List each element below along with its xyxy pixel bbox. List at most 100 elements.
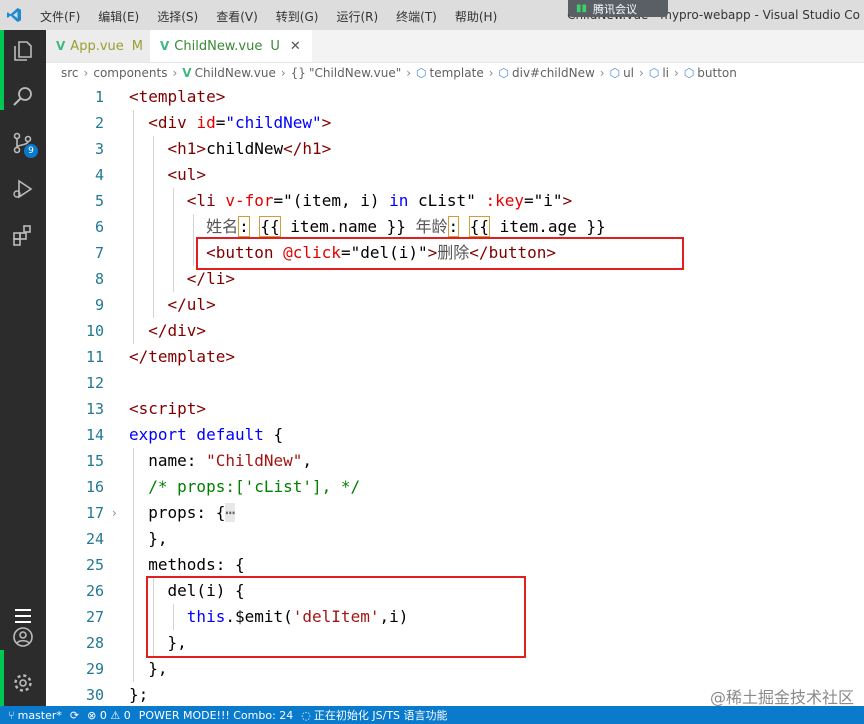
breadcrumb-item[interactable]: "ChildNew.vue" <box>309 66 401 80</box>
line-number: 29 <box>85 660 104 678</box>
breadcrumb-item[interactable]: src <box>61 66 79 80</box>
breadcrumb: src › components › V ChildNew.vue › {} "… <box>46 62 864 84</box>
code-line: 24 }, <box>46 526 864 552</box>
breadcrumb-item[interactable]: components <box>93 66 167 80</box>
code-text: </ul> <box>167 295 216 314</box>
code-line: 12 <box>46 370 864 396</box>
run-debug-icon[interactable] <box>10 176 36 202</box>
code-line: 15 name: "ChildNew", <box>46 448 864 474</box>
git-status-flag: U <box>270 38 280 54</box>
menu-help[interactable]: 帮助(H) <box>455 8 497 25</box>
title-bar: 文件(F) 编辑(E) 选择(S) 查看(V) 转到(G) 运行(R) 终端(T… <box>0 0 864 30</box>
chevron-right-icon: › <box>406 66 412 80</box>
line-number: 30 <box>85 686 104 704</box>
menu-go[interactable]: 转到(G) <box>276 8 319 25</box>
breadcrumb-item[interactable]: li <box>662 66 669 80</box>
watermark: @稀土掘金技术社区 <box>709 688 854 707</box>
breadcrumb-item[interactable]: ChildNew.vue <box>195 66 276 80</box>
code-line: 2 <div id="childNew"> <box>46 110 864 136</box>
code-text: props: {⋯ <box>129 503 235 522</box>
chevron-right-icon: › <box>599 66 605 80</box>
code-line: 10 </div> <box>46 318 864 344</box>
code-text: <template> <box>129 87 226 106</box>
line-number: 14 <box>85 426 104 444</box>
breadcrumb-item[interactable]: button <box>697 66 737 80</box>
code-line: 1 <template> <box>46 84 864 110</box>
scm-badge: 9 <box>24 144 38 158</box>
code-line: 9 </ul> <box>46 292 864 318</box>
code-text: <script> <box>129 399 207 418</box>
code-editor[interactable]: 1 <template> 2 <div id="childNew"> 3 <h1… <box>46 84 864 706</box>
line-number: 16 <box>85 478 104 496</box>
code-text: <li v-for="(item, i) in cList" :key="i"> <box>186 191 573 210</box>
search-icon[interactable] <box>10 84 36 110</box>
code-line: 25 methods: { <box>46 552 864 578</box>
code-text: <div id="childNew"> <box>148 113 332 132</box>
chevron-right-icon: › <box>172 66 178 80</box>
code-line: 4 <ul> <box>46 162 864 188</box>
line-number: 8 <box>94 270 104 288</box>
meeting-overlay[interactable]: ▮▮ 腾讯会议 <box>568 0 668 17</box>
menu-view[interactable]: 查看(V) <box>216 8 258 25</box>
code-text: }; <box>129 685 149 704</box>
code-line: 13 <script> <box>46 396 864 422</box>
vue-file-icon: V <box>182 66 192 80</box>
line-number: 5 <box>94 192 104 210</box>
line-number: 2 <box>94 114 104 132</box>
line-number: 4 <box>94 166 104 184</box>
line-number: 28 <box>85 634 104 652</box>
tab-app-vue[interactable]: V App.vue M <box>46 30 150 62</box>
tab-label: App.vue <box>70 38 124 54</box>
explorer-icon[interactable] <box>10 38 36 64</box>
code-text: /* props:['cList'], */ <box>148 477 361 496</box>
chevron-right-icon[interactable]: › <box>112 500 117 526</box>
menu-edit[interactable]: 编辑(E) <box>98 8 139 25</box>
menu-run[interactable]: 运行(R) <box>336 8 378 25</box>
code-text: }, <box>129 529 168 548</box>
line-number: 7 <box>94 244 104 262</box>
breadcrumb-item[interactable]: div#childNew <box>512 66 595 80</box>
line-number: 17 <box>85 504 104 522</box>
close-icon[interactable]: ✕ <box>290 39 301 54</box>
element-icon: ⬡ <box>683 66 695 80</box>
line-number: 15 <box>85 452 104 470</box>
element-icon: ⬡ <box>498 66 509 80</box>
menu-file[interactable]: 文件(F) <box>40 8 80 25</box>
git-status-flag: M <box>131 38 143 54</box>
ts-status: 正在初始化 JS/TS 语言功能 <box>313 709 448 722</box>
line-number: 11 <box>85 348 104 366</box>
code-text: export default { <box>129 425 284 444</box>
vue-file-icon: V <box>56 39 66 53</box>
account-icon[interactable] <box>10 624 36 650</box>
element-icon: ⬡ <box>609 66 621 80</box>
git-branch[interactable]: master* <box>18 709 62 722</box>
code-line: 3 <h1>childNew</h1> <box>46 136 864 162</box>
code-line: 11 </template> <box>46 344 864 370</box>
highlight-box-del-method <box>146 576 526 658</box>
activity-accent-bottom <box>0 650 4 706</box>
line-number: 25 <box>85 556 104 574</box>
signal-bars-icon: ▮▮ <box>576 3 588 14</box>
chevron-right-icon: › <box>674 66 679 80</box>
code-line: 29 }, <box>46 656 864 682</box>
breadcrumb-item[interactable]: ul <box>623 66 634 80</box>
braces-icon: {} <box>290 66 306 80</box>
code-text: }, <box>129 659 168 678</box>
code-line: 14 export default { <box>46 422 864 448</box>
activity-accent <box>0 30 4 110</box>
vscode-logo-icon <box>7 8 21 22</box>
tab-childnew-vue[interactable]: V ChildNew.vue U ✕ <box>150 30 312 62</box>
line-number: 10 <box>85 322 104 340</box>
menu-selection[interactable]: 选择(S) <box>157 8 198 25</box>
line-number: 6 <box>94 218 104 236</box>
code-text: <ul> <box>167 165 207 184</box>
line-number: 3 <box>94 140 104 158</box>
problems-indicator[interactable]: ⊗ 0 ⚠ 0 <box>87 709 131 722</box>
code-text: <h1>childNew</h1> <box>167 139 332 158</box>
settings-gear-icon[interactable] <box>10 670 36 696</box>
breadcrumb-item[interactable]: template <box>430 66 484 80</box>
line-number: 26 <box>85 582 104 600</box>
extensions-icon[interactable] <box>10 222 36 248</box>
menu-terminal[interactable]: 终端(T) <box>396 8 437 25</box>
sync-icon[interactable]: ⟳ <box>70 709 79 722</box>
